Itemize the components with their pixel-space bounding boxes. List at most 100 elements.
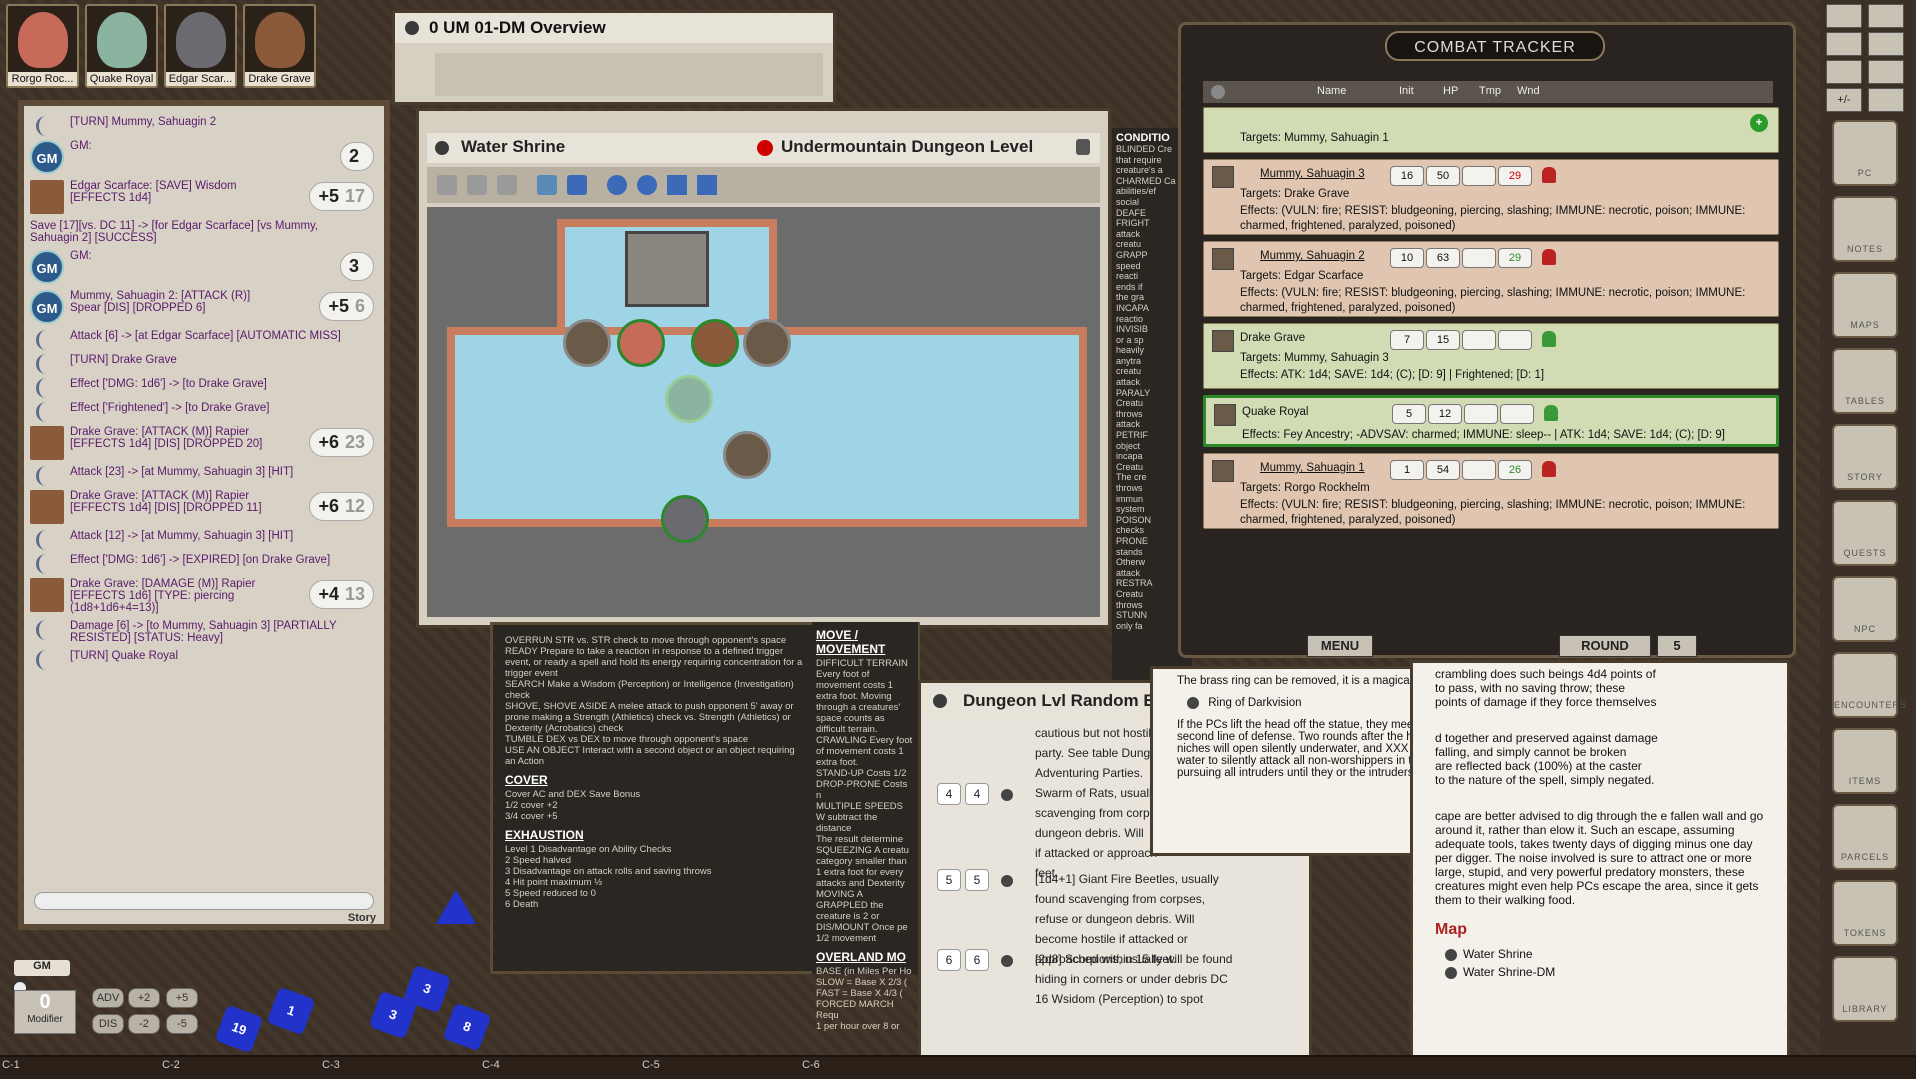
link-icon[interactable] [1001, 788, 1013, 801]
range-box[interactable]: 5 [965, 869, 989, 891]
ct-name[interactable]: Quake Royal [1242, 406, 1308, 418]
ct-name[interactable]: Mummy, Sahuagin 3 [1260, 168, 1365, 180]
ct-row[interactable]: Mummy, Sahuagin 2 10 63 29 Targets: Edgar Sc… [1203, 241, 1779, 317]
ct-avatar[interactable] [1214, 404, 1236, 426]
sidebar-pc-button[interactable]: PC [1832, 120, 1898, 186]
ct-tmp-field[interactable] [1464, 404, 1498, 424]
ct-tmp-field[interactable] [1462, 248, 1496, 268]
ct-init-field[interactable]: 10 [1390, 248, 1424, 268]
sidebar-tables-button[interactable]: TABLES [1832, 348, 1898, 414]
window-menu-icon[interactable] [435, 141, 449, 155]
ct-hp-field[interactable]: 50 [1426, 166, 1460, 186]
ct-wnd-field[interactable]: 29 [1498, 248, 1532, 268]
sidebar-story-button[interactable]: STORY [1832, 424, 1898, 490]
ct-avatar[interactable] [1212, 460, 1234, 482]
toolbar-button[interactable] [1868, 4, 1904, 28]
d4-die[interactable] [436, 890, 476, 924]
window-menu-icon[interactable] [933, 694, 947, 708]
hotkey-slot[interactable]: C-5 [642, 1059, 660, 1071]
faction-helmet-icon[interactable] [1544, 405, 1558, 421]
ct-init-field[interactable]: 5 [1392, 404, 1426, 424]
ct-name[interactable]: Mummy, Sahuagin 2 [1260, 250, 1365, 262]
sidebar-npc-button[interactable]: NPC [1832, 576, 1898, 642]
modifier-box[interactable]: 0 Modifier [14, 990, 76, 1034]
ct-hp-field[interactable]: 15 [1426, 330, 1460, 350]
plus-minus-button[interactable]: +/- [1826, 88, 1862, 112]
pointer-icon[interactable] [437, 175, 457, 195]
range-box[interactable]: 4 [937, 783, 961, 805]
plus5-button[interactable]: +5 [166, 988, 198, 1008]
portrait-0[interactable]: Rorgo Roc... [6, 4, 79, 88]
toolbar-button[interactable] [1826, 4, 1862, 28]
sidebar-quests-button[interactable]: QUESTS [1832, 500, 1898, 566]
ct-row[interactable]: Mummy, Sahuagin 3 16 50 29 Targets: Drake Gr… [1203, 159, 1779, 235]
story-mode-label[interactable]: Story [348, 912, 376, 924]
map-canvas[interactable] [427, 207, 1100, 617]
range-box[interactable]: 5 [937, 869, 961, 891]
minus2-button[interactable]: -2 [128, 1014, 160, 1034]
toolbar-button[interactable] [1868, 60, 1904, 84]
range-box[interactable]: 4 [965, 783, 989, 805]
toolbar-button[interactable] [1826, 60, 1862, 84]
hotkey-slot[interactable]: C-4 [482, 1059, 500, 1071]
link-icon[interactable] [1001, 874, 1013, 887]
story2-link-2[interactable]: Water Shrine-DM [1445, 965, 1769, 979]
ct-name[interactable]: Mummy, Sahuagin 1 [1260, 462, 1365, 474]
target-icon[interactable] [607, 175, 627, 195]
lock-icon[interactable] [1076, 139, 1090, 155]
hotkey-slot[interactable]: C-3 [322, 1059, 340, 1071]
dis-button[interactable]: DIS [92, 1014, 124, 1034]
ct-tmp-field[interactable] [1462, 330, 1496, 350]
add-icon[interactable]: + [1750, 114, 1768, 132]
toolbar-button[interactable] [1868, 32, 1904, 56]
adv-button[interactable]: ADV [92, 988, 124, 1008]
ct-avatar[interactable] [1212, 166, 1234, 188]
pen-icon[interactable] [467, 175, 487, 195]
round-value[interactable]: 5 [1657, 635, 1697, 657]
toolbar-button[interactable] [1826, 32, 1862, 56]
ct-avatar[interactable] [1212, 248, 1234, 270]
chat-entry-input[interactable] [34, 892, 374, 910]
eraser-icon[interactable] [497, 175, 517, 195]
faction-helmet-icon[interactable] [1542, 331, 1556, 347]
ct-wnd-field[interactable]: 26 [1498, 460, 1532, 480]
sidebar-encounters-button[interactable]: ENCOUNTERS [1832, 652, 1906, 718]
portrait-1[interactable]: Quake Royal [85, 4, 158, 88]
ct-hp-field[interactable]: 63 [1426, 248, 1460, 268]
flag-icon[interactable] [667, 175, 687, 195]
story2-link-1[interactable]: Water Shrine [1445, 947, 1769, 961]
faction-helmet-icon[interactable] [1542, 167, 1556, 183]
token-quake[interactable] [665, 375, 713, 423]
sidebar-items-button[interactable]: ITEMS [1832, 728, 1898, 794]
combat-tracker-title[interactable]: COMBAT TRACKER [1385, 31, 1605, 61]
portrait-2[interactable]: Edgar Scar... [164, 4, 237, 88]
range-box[interactable]: 6 [965, 949, 989, 971]
ct-init-field[interactable]: 16 [1390, 166, 1424, 186]
no-target-icon[interactable] [637, 175, 657, 195]
ct-hp-field[interactable]: 54 [1426, 460, 1460, 480]
plus2-button[interactable]: +2 [128, 988, 160, 1008]
sidebar-notes-button[interactable]: NOTES [1832, 196, 1898, 262]
sidebar-library-button[interactable]: LIBRARY [1832, 956, 1898, 1022]
ct-wnd-field[interactable] [1500, 404, 1534, 424]
effects-icon[interactable] [697, 175, 717, 195]
window-menu-icon[interactable] [405, 21, 419, 35]
token-rorgo[interactable] [617, 319, 665, 367]
minus5-button[interactable]: -5 [166, 1014, 198, 1034]
ct-partial-row[interactable]: Targets: Mummy, Sahuagin 1 + [1203, 107, 1779, 153]
hotkey-slot[interactable]: C-2 [162, 1059, 180, 1071]
sidebar-tokens-button[interactable]: TOKENS [1832, 880, 1898, 946]
overview-title-bar[interactable]: 0 UM 01-DM Overview [395, 13, 833, 43]
token-mummy-2[interactable] [743, 319, 791, 367]
range-box[interactable]: 6 [937, 949, 961, 971]
ct-avatar[interactable] [1212, 330, 1234, 352]
gm-identity-label[interactable]: GM [14, 960, 70, 976]
portrait-3[interactable]: Drake Grave [243, 4, 316, 88]
ct-tmp-field[interactable] [1462, 460, 1496, 480]
ct-row[interactable]: Quake Royal 5 12 Effects: Fey Ancestry; -AD… [1203, 395, 1779, 447]
ct-wnd-field[interactable]: 29 [1498, 166, 1532, 186]
ct-hp-field[interactable]: 12 [1428, 404, 1462, 424]
grid-fill-icon[interactable] [567, 175, 587, 195]
ct-name[interactable]: Drake Grave [1240, 332, 1305, 344]
hotkey-slot[interactable]: C-1 [2, 1059, 20, 1071]
